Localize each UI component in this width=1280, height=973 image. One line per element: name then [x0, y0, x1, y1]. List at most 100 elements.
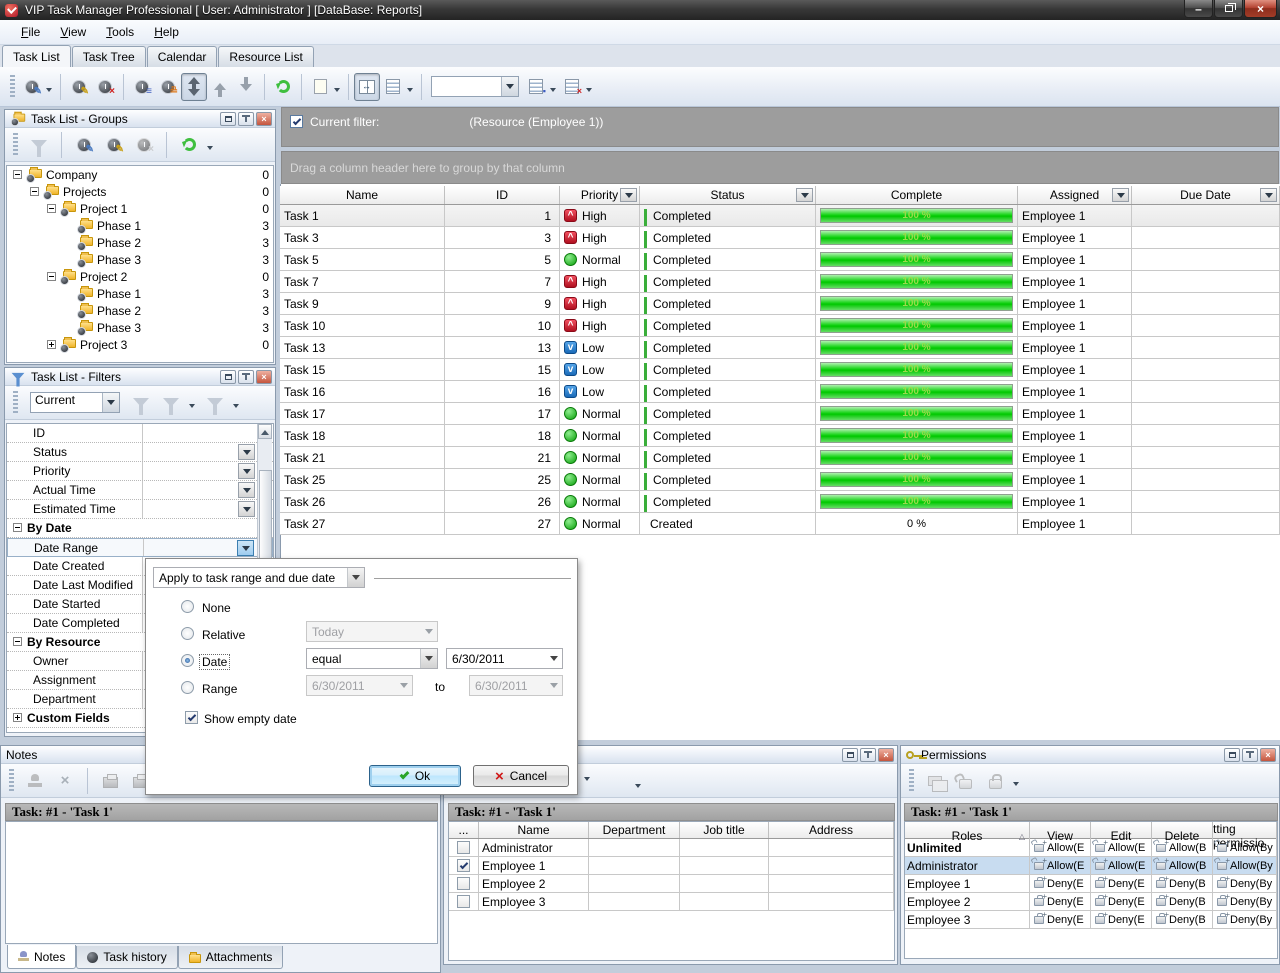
unlock-button[interactable]: [952, 767, 978, 795]
bottom-tab-notes[interactable]: Notes: [7, 945, 76, 969]
table-row-task-7[interactable]: Task 77^HighCompleted100 %Employee 1: [280, 271, 1280, 293]
show-empty-checkbox[interactable]: [185, 711, 198, 724]
panel-close-button[interactable]: ×: [878, 748, 894, 762]
close-button[interactable]: ×: [1244, 0, 1277, 18]
permission-row-employee-3[interactable]: Employee 3Deny(EDeny(EDeny(BDeny(By: [905, 911, 1277, 929]
column-filter-button[interactable]: [796, 188, 813, 202]
apply-to-combobox[interactable]: Apply to task range and due date: [153, 567, 365, 588]
date-dropdown[interactable]: [545, 649, 562, 668]
filter-row-by-date[interactable]: By Date: [7, 519, 273, 538]
collapse-icon[interactable]: [13, 523, 22, 532]
export-button[interactable]: [307, 73, 333, 101]
current-filter-checkbox[interactable]: [290, 115, 303, 128]
column-filter-button[interactable]: [620, 188, 637, 202]
permissions-dropdown[interactable]: [1013, 782, 1019, 789]
filter-preset-combobox[interactable]: Current: [30, 392, 120, 413]
filter-row-status[interactable]: Status: [7, 443, 273, 462]
tree-item-project-3[interactable]: Project 30: [7, 336, 273, 353]
restore-button[interactable]: [1214, 0, 1243, 18]
radio-none[interactable]: [181, 600, 194, 613]
groups-refresh-dropdown[interactable]: [207, 146, 213, 153]
assign-row-employee-1[interactable]: Employee 1: [449, 857, 894, 875]
layout-combobox-dropdown[interactable]: [501, 77, 518, 96]
lock-button[interactable]: [982, 767, 1008, 795]
tree-item-phase-3[interactable]: Phase 33: [7, 319, 273, 336]
collapse-icon[interactable]: [30, 187, 39, 196]
duplicate-task-button[interactable]: ≡: [129, 73, 155, 101]
new-task-dropdown[interactable]: [46, 88, 52, 95]
save-filter-dropdown[interactable]: [189, 404, 195, 411]
filter-dropdown-button[interactable]: [238, 444, 255, 460]
table-row-task-5[interactable]: Task 55NormalCompleted100 %Employee 1: [280, 249, 1280, 271]
radio-date[interactable]: [181, 654, 194, 667]
filter-preset-dropdown[interactable]: [102, 393, 119, 412]
filter-row-priority[interactable]: Priority: [7, 462, 273, 481]
groups-delete-button[interactable]: ×: [131, 131, 157, 159]
radio-range[interactable]: [181, 681, 194, 694]
notes-content[interactable]: [5, 821, 438, 944]
panel-pin-button[interactable]: [1242, 748, 1258, 762]
column-filter-button[interactable]: [1260, 188, 1277, 202]
add-note-button[interactable]: [22, 767, 48, 795]
filter-dropdown-button[interactable]: [237, 540, 254, 556]
menu-view[interactable]: View: [51, 22, 95, 42]
panel-pin-button[interactable]: [860, 748, 876, 762]
export-dropdown[interactable]: [334, 88, 340, 95]
groups-add-button[interactable]: ✎: [71, 131, 97, 159]
assign-row-employee-3[interactable]: Employee 3: [449, 893, 894, 911]
column-header-assigned[interactable]: Assigned: [1018, 186, 1132, 204]
cancel-button[interactable]: ×Cancel: [473, 765, 569, 787]
delete-note-button[interactable]: ×: [52, 767, 78, 795]
tree-item-phase-1[interactable]: Phase 13: [7, 217, 273, 234]
move-up-button[interactable]: [207, 73, 233, 101]
print-preview-button[interactable]: [97, 767, 123, 795]
layout-combobox[interactable]: [431, 76, 519, 97]
table-row-task-16[interactable]: Task 1616vLowCompleted100 %Employee 1: [280, 381, 1280, 403]
tree-item-project-2[interactable]: Project 20: [7, 268, 273, 285]
groups-refresh-button[interactable]: [176, 131, 202, 159]
collapse-icon[interactable]: [47, 272, 56, 281]
edit-task-button[interactable]: ✎: [66, 73, 92, 101]
panel-minimize-button[interactable]: [220, 112, 236, 126]
panel-pin-button[interactable]: [238, 112, 254, 126]
tab-calendar[interactable]: Calendar: [147, 46, 218, 67]
table-row-task-27[interactable]: Task 2727NormalCreated0 %Employee 1: [280, 513, 1280, 535]
table-row-task-1[interactable]: Task 11^HighCompleted100 %Employee 1: [280, 205, 1280, 227]
assign-row-employee-2[interactable]: Employee 2: [449, 875, 894, 893]
column-header-id[interactable]: ID: [445, 186, 560, 204]
tree-item-company[interactable]: Company0: [7, 166, 273, 183]
assign-column-[interactable]: ...: [449, 822, 479, 838]
assign-checkbox[interactable]: [457, 841, 470, 854]
table-row-task-10[interactable]: Task 1010^HighCompleted100 %Employee 1: [280, 315, 1280, 337]
delete-task-button[interactable]: ×: [92, 73, 118, 101]
save-layout-dropdown[interactable]: [550, 88, 556, 95]
column-header-due-date[interactable]: Due Date: [1132, 186, 1280, 204]
columns-button[interactable]: [354, 73, 380, 101]
assign-checkbox[interactable]: [457, 877, 470, 890]
table-row-task-18[interactable]: Task 1818NormalCompleted100 %Employee 1: [280, 425, 1280, 447]
panel-minimize-button[interactable]: [220, 370, 236, 384]
panel-minimize-button[interactable]: [1224, 748, 1240, 762]
assign-checkbox[interactable]: [457, 895, 470, 908]
tree-item-phase-1[interactable]: Phase 13: [7, 285, 273, 302]
collapse-icon[interactable]: [13, 637, 22, 646]
table-row-task-21[interactable]: Task 2121NormalCompleted100 %Employee 1: [280, 447, 1280, 469]
save-layout-button[interactable]: ▪: [523, 73, 549, 101]
groups-filter-button[interactable]: [26, 131, 52, 159]
collapse-icon[interactable]: [47, 204, 56, 213]
move-down-button[interactable]: [233, 73, 259, 101]
view-list-button[interactable]: [380, 73, 406, 101]
tab-resource-list[interactable]: Resource List: [218, 46, 313, 67]
permission-row-employee-2[interactable]: Employee 2Deny(EDeny(EDeny(BDeny(By: [905, 893, 1277, 911]
refresh-button[interactable]: [270, 73, 296, 101]
scrollbar-up-arrow[interactable]: [258, 424, 272, 439]
expand-icon[interactable]: [13, 713, 22, 722]
view-list-dropdown[interactable]: [407, 88, 413, 95]
table-row-task-25[interactable]: Task 2525NormalCompleted100 %Employee 1: [280, 469, 1280, 491]
expand-icon[interactable]: [47, 340, 56, 349]
tree-item-project-1[interactable]: Project 10: [7, 200, 273, 217]
filter-row-actual-time[interactable]: Actual Time: [7, 481, 273, 500]
assignments-dropdown-1[interactable]: [584, 777, 590, 784]
filter-row-date-range[interactable]: Date Range: [7, 538, 273, 557]
tree-item-phase-3[interactable]: Phase 33: [7, 251, 273, 268]
